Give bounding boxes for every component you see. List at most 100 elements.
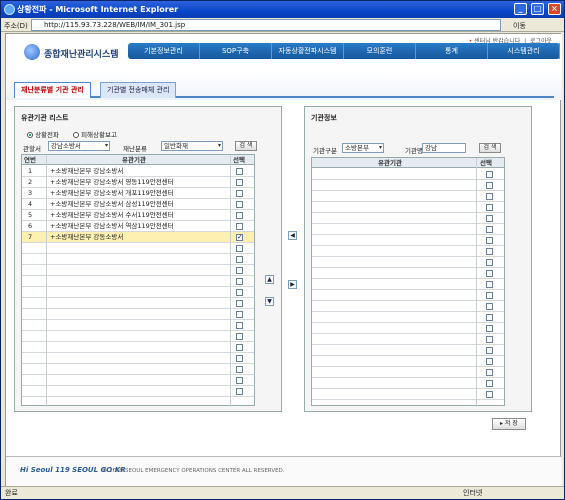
row-checkbox[interactable] bbox=[236, 168, 243, 175]
row-checkbox[interactable] bbox=[236, 300, 243, 307]
table-row[interactable]: 6 +소방재난본부 강남소방서 역삼119안전센터 bbox=[22, 221, 254, 232]
maximize-button[interactable]: □ bbox=[531, 3, 544, 15]
row-checkbox[interactable] bbox=[486, 391, 493, 398]
row-checkbox[interactable] bbox=[486, 380, 493, 387]
row-checkbox[interactable] bbox=[486, 171, 493, 178]
jurisdiction-select[interactable]: 강남소방서 bbox=[48, 141, 110, 151]
table-row[interactable]: 1 +소방재난본부 강남소방서 bbox=[22, 166, 254, 177]
row-checkbox[interactable] bbox=[236, 232, 243, 243]
search-button-left[interactable]: 검 색 bbox=[235, 141, 257, 151]
agency-list-panel: 유관기관 리스트 상황전파 피해상황보고 관할서 강남소방서 재난분류 일반화재… bbox=[14, 106, 282, 412]
nav-item[interactable]: 모의훈련 bbox=[344, 43, 416, 59]
row-checkbox[interactable] bbox=[236, 289, 243, 296]
panel-title: 유관기관 리스트 bbox=[21, 114, 69, 122]
row-checkbox[interactable] bbox=[486, 358, 493, 365]
radio-label: 피해상황보고 bbox=[81, 131, 117, 139]
row-checkbox[interactable] bbox=[486, 281, 493, 288]
table-row[interactable] bbox=[22, 287, 254, 298]
row-number: 7 bbox=[28, 233, 33, 241]
row-checkbox[interactable] bbox=[236, 267, 243, 274]
row-checkbox[interactable] bbox=[236, 245, 243, 252]
row-checkbox[interactable] bbox=[486, 292, 493, 299]
table-row[interactable] bbox=[22, 386, 254, 397]
nav-item[interactable]: SOP구축 bbox=[200, 43, 272, 59]
row-checkbox[interactable] bbox=[486, 215, 493, 222]
agency-name-label: 기관명 bbox=[405, 147, 423, 155]
table-row[interactable] bbox=[22, 353, 254, 364]
row-checkbox[interactable] bbox=[236, 278, 243, 285]
row-checkbox[interactable] bbox=[486, 248, 493, 255]
row-checkbox[interactable] bbox=[486, 226, 493, 233]
table-row[interactable] bbox=[22, 320, 254, 331]
minimize-button[interactable]: _ bbox=[514, 3, 527, 15]
address-label: 주소(D) bbox=[4, 22, 28, 30]
radio-situation[interactable]: 상황전파 bbox=[27, 129, 59, 139]
row-checkbox[interactable] bbox=[236, 179, 243, 186]
row-checkbox[interactable] bbox=[486, 204, 493, 211]
agency-kind-select[interactable]: 소방본부 bbox=[342, 143, 384, 153]
address-input[interactable]: http://115.93.73.228/WEB/IM/IM_301.jsp bbox=[31, 19, 501, 31]
row-checkbox[interactable] bbox=[486, 303, 493, 310]
row-checkbox[interactable] bbox=[236, 377, 243, 384]
row-checkbox[interactable] bbox=[486, 270, 493, 277]
row-checkbox[interactable] bbox=[236, 344, 243, 351]
row-checkbox[interactable] bbox=[236, 322, 243, 329]
search-button-right[interactable]: 검 색 bbox=[479, 143, 501, 153]
disaster-type-select[interactable]: 일반화재 bbox=[161, 141, 223, 151]
tab-disaster-agency[interactable]: 재난분류별 기관 관리 bbox=[14, 82, 91, 98]
row-checkbox[interactable] bbox=[486, 193, 493, 200]
nav-item[interactable]: 시스템관리 bbox=[488, 43, 560, 59]
table-row[interactable] bbox=[22, 243, 254, 254]
row-checkbox[interactable] bbox=[236, 388, 243, 395]
row-checkbox[interactable] bbox=[486, 314, 493, 321]
tab-agency-media[interactable]: 기관별 전송매체 관리 bbox=[100, 82, 177, 98]
nav-item[interactable]: 통계 bbox=[416, 43, 488, 59]
row-checkbox[interactable] bbox=[486, 369, 493, 376]
table-row[interactable]: 7 +소방재난본부 강동소방서 bbox=[22, 232, 254, 243]
row-checkbox[interactable] bbox=[236, 333, 243, 340]
table-row[interactable]: 5 +소방재난본부 강남소방서 수서119안전센터 bbox=[22, 210, 254, 221]
row-checkbox[interactable] bbox=[236, 201, 243, 208]
row-checkbox[interactable] bbox=[486, 347, 493, 354]
agency-name-input[interactable]: 강남 bbox=[422, 143, 466, 153]
move-left-button[interactable]: ◀ bbox=[288, 231, 297, 240]
save-button[interactable]: ▸ 저 장 bbox=[492, 418, 526, 430]
radio-damage[interactable]: 피해상황보고 bbox=[73, 129, 117, 139]
row-checkbox[interactable] bbox=[236, 256, 243, 263]
row-checkbox[interactable] bbox=[486, 336, 493, 343]
table-row[interactable] bbox=[22, 309, 254, 320]
table-row[interactable] bbox=[22, 375, 254, 386]
row-number: 1 bbox=[28, 167, 33, 175]
page-content: 종합재난관리시스템 • 센터님 반갑습니다 | 로그아웃 기본정보관리 SOP구… bbox=[5, 33, 562, 486]
go-button[interactable]: 이동 bbox=[513, 21, 526, 31]
row-checkbox[interactable] bbox=[236, 212, 243, 219]
table-row[interactable] bbox=[22, 364, 254, 375]
row-checkbox[interactable] bbox=[486, 325, 493, 332]
row-checkbox[interactable] bbox=[486, 237, 493, 244]
close-button[interactable]: × bbox=[548, 3, 561, 15]
site-logo-text: 종합재난관리시스템 bbox=[44, 50, 119, 60]
row-checkbox[interactable] bbox=[236, 190, 243, 197]
move-down-button[interactable]: ▼ bbox=[265, 297, 274, 306]
table-row[interactable]: 4 +소방재난본부 강남소방서 삼성119안전센터 bbox=[22, 199, 254, 210]
table-row[interactable] bbox=[22, 265, 254, 276]
row-checkbox[interactable] bbox=[236, 366, 243, 373]
move-right-button[interactable]: ▶ bbox=[288, 280, 297, 289]
table-row[interactable] bbox=[22, 298, 254, 309]
logo-icon bbox=[24, 44, 40, 60]
row-checkbox[interactable] bbox=[486, 182, 493, 189]
move-up-button[interactable]: ▲ bbox=[265, 275, 274, 284]
row-checkbox[interactable] bbox=[486, 259, 493, 266]
panel-title: 기관정보 bbox=[311, 114, 337, 122]
nav-item[interactable]: 기본정보관리 bbox=[128, 43, 200, 59]
row-checkbox[interactable] bbox=[236, 223, 243, 230]
nav-item[interactable]: 자동상황전파시스템 bbox=[272, 43, 344, 59]
table-row[interactable] bbox=[22, 254, 254, 265]
table-row[interactable] bbox=[22, 331, 254, 342]
row-checkbox[interactable] bbox=[236, 311, 243, 318]
table-row[interactable] bbox=[22, 276, 254, 287]
table-row[interactable]: 2 +소방재난본부 강남소방서 영동119안전센터 bbox=[22, 177, 254, 188]
table-row[interactable]: 3 +소방재난본부 강남소방서 개포119안전센터 bbox=[22, 188, 254, 199]
table-row[interactable] bbox=[22, 342, 254, 353]
row-checkbox[interactable] bbox=[236, 355, 243, 362]
